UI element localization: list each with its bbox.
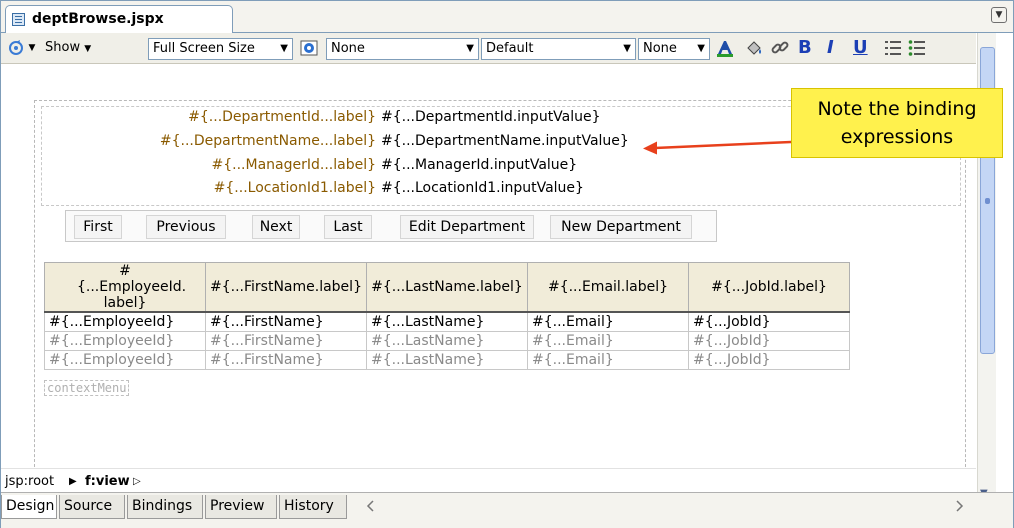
chevron-down-icon: ▼ <box>466 43 474 54</box>
form-label: #{...LocationId1.label} <box>213 180 376 196</box>
form-value[interactable]: #{...LocationId1.inputValue} <box>381 180 584 196</box>
chevron-down-icon: ▼ <box>697 43 705 54</box>
breadcrumb-root[interactable]: jsp:root <box>5 474 54 489</box>
numbered-list-icon[interactable] <box>883 38 903 58</box>
screen-size-value: Full Screen Size <box>153 41 255 56</box>
font-size-select[interactable]: None ▼ <box>638 38 710 60</box>
form-row-manager-id[interactable]: #{...ManagerId...label} #{...ManagerId.i… <box>1 157 701 177</box>
form-row-department-id[interactable]: #{...DepartmentId...label} #{...Departme… <box>1 109 701 129</box>
column-header[interactable]: #{...LastName.label} <box>366 262 528 313</box>
callout-line: Note the binding <box>817 98 977 120</box>
refresh-dropdown-arrow[interactable]: ▼ <box>26 38 38 58</box>
style-class-value: None <box>331 41 365 56</box>
style-class-select[interactable]: None ▼ <box>326 38 479 60</box>
tab-history[interactable]: History <box>279 495 347 519</box>
table-cell[interactable]: #{...JobId} <box>688 350 850 370</box>
form-label: #{...DepartmentName...label} <box>159 133 376 149</box>
table-cell[interactable]: #{...EmployeeId} <box>44 350 206 370</box>
table-cell[interactable]: #{...FirstName} <box>205 331 367 351</box>
column-header[interactable]: #{...JobId.label} <box>688 262 850 313</box>
callout-arrow-icon <box>643 140 791 155</box>
column-header-label: #{...EmployeeId. label} <box>77 263 187 311</box>
form-value[interactable]: #{...ManagerId.inputValue} <box>381 157 577 173</box>
table-row[interactable]: #{...EmployeeId} #{...FirstName} #{...La… <box>44 350 850 370</box>
form-label: #{...DepartmentId...label} <box>188 109 376 125</box>
link-icon[interactable] <box>770 38 790 58</box>
edit-department-button[interactable]: Edit Department <box>400 215 534 239</box>
tab-design[interactable]: Design <box>1 495 57 519</box>
breadcrumb-expand-icon[interactable]: ▷ <box>133 476 141 487</box>
chevron-down-icon: ▼ <box>280 43 288 54</box>
document-tab-bar: deptBrowse.jspx ▼ <box>1 1 1013 33</box>
css-style-icon[interactable] <box>299 38 319 58</box>
editor-view-tabs: Design Source Bindings Preview History <box>1 492 1013 528</box>
table-cell[interactable]: #{...LastName} <box>366 311 528 332</box>
chevron-down-icon: ▼ <box>623 43 631 54</box>
table-cell[interactable]: #{...LastName} <box>366 350 528 370</box>
last-button[interactable]: Last <box>324 215 372 239</box>
callout-line: expressions <box>840 126 954 148</box>
jspx-file-icon <box>12 13 25 26</box>
table-row[interactable]: #{...EmployeeId} #{...FirstName} #{...La… <box>44 331 850 351</box>
table-header-row: #{...EmployeeId. label} #{...FirstName.l… <box>44 262 850 313</box>
font-size-value: None <box>643 41 677 56</box>
navigation-button-bar: First Previous Next Last Edit Department… <box>65 210 717 242</box>
form-label: #{...ManagerId...label} <box>211 157 377 173</box>
table-cell[interactable]: #{...JobId} <box>688 311 850 332</box>
table-cell[interactable]: #{...FirstName} <box>205 350 367 370</box>
column-header[interactable]: #{...FirstName.label} <box>205 262 367 313</box>
new-department-button[interactable]: New Department <box>550 215 692 239</box>
table-cell[interactable]: #{...Email} <box>527 350 689 370</box>
annotation-callout: Note the binding expressions <box>791 88 1003 158</box>
editor-window: deptBrowse.jspx ▼ ▼ Show ▼ Full Screen S… <box>0 0 1014 528</box>
first-button[interactable]: First <box>74 215 122 239</box>
font-value: Default <box>486 41 534 56</box>
form-row-location-id[interactable]: #{...LocationId1.label} #{...LocationId1… <box>1 180 701 200</box>
table-cell[interactable]: #{...EmployeeId} <box>44 311 206 332</box>
font-select[interactable]: Default ▼ <box>481 38 636 60</box>
previous-button[interactable]: Previous <box>146 215 226 239</box>
bullet-list-icon[interactable] <box>907 38 927 58</box>
table-cell[interactable]: #{...Email} <box>527 331 689 351</box>
tab-preview[interactable]: Preview <box>205 495 277 519</box>
document-tab[interactable]: deptBrowse.jspx <box>5 5 233 33</box>
table-cell[interactable]: #{...EmployeeId} <box>44 331 206 351</box>
form-row-department-name[interactable]: #{...DepartmentName...label} #{...Depart… <box>1 133 701 153</box>
document-tab-label: deptBrowse.jspx <box>32 11 164 27</box>
show-menu-label: Show <box>45 40 81 55</box>
screen-size-select[interactable]: Full Screen Size ▼ <box>148 38 293 60</box>
foreground-color-icon[interactable] <box>715 38 735 58</box>
show-menu[interactable]: Show ▼ <box>45 38 91 58</box>
italic-button[interactable]: I <box>827 37 834 59</box>
design-toolbar: ▼ Show ▼ Full Screen Size ▼ None ▼ Default… <box>1 33 976 64</box>
next-button[interactable]: Next <box>252 215 300 239</box>
context-menu-facet[interactable]: contextMenu <box>44 380 130 396</box>
bold-button[interactable]: B <box>798 37 812 59</box>
table-row[interactable]: #{...EmployeeId} #{...FirstName} #{...La… <box>44 311 850 332</box>
tab-source[interactable]: Source <box>59 495 125 519</box>
column-header[interactable]: #{...Email.label} <box>527 262 689 313</box>
form-value[interactable]: #{...DepartmentName.inputValue} <box>381 133 629 149</box>
refresh-icon[interactable] <box>7 38 25 58</box>
breadcrumb-separator-icon: ▶ <box>69 476 77 487</box>
table-cell[interactable]: #{...JobId} <box>688 331 850 351</box>
tab-bindings[interactable]: Bindings <box>127 495 203 519</box>
column-header[interactable]: #{...EmployeeId. label} <box>44 262 206 313</box>
breadcrumb: jsp:root ▶ f:view ▷ <box>1 468 976 493</box>
table-cell[interactable]: #{...Email} <box>527 311 689 332</box>
table-cell[interactable]: #{...FirstName} <box>205 311 367 332</box>
table-cell[interactable]: #{...LastName} <box>366 331 528 351</box>
tab-list-dropdown-icon[interactable]: ▼ <box>991 7 1007 23</box>
underline-button[interactable]: U <box>853 37 868 59</box>
form-value[interactable]: #{...DepartmentId.inputValue} <box>381 109 601 125</box>
employees-table[interactable]: #{...EmployeeId. label} #{...FirstName.l… <box>44 262 850 370</box>
horizontal-scrollbar[interactable] <box>365 499 965 513</box>
breadcrumb-view[interactable]: f:view <box>85 474 130 489</box>
fill-color-icon[interactable] <box>744 38 764 58</box>
